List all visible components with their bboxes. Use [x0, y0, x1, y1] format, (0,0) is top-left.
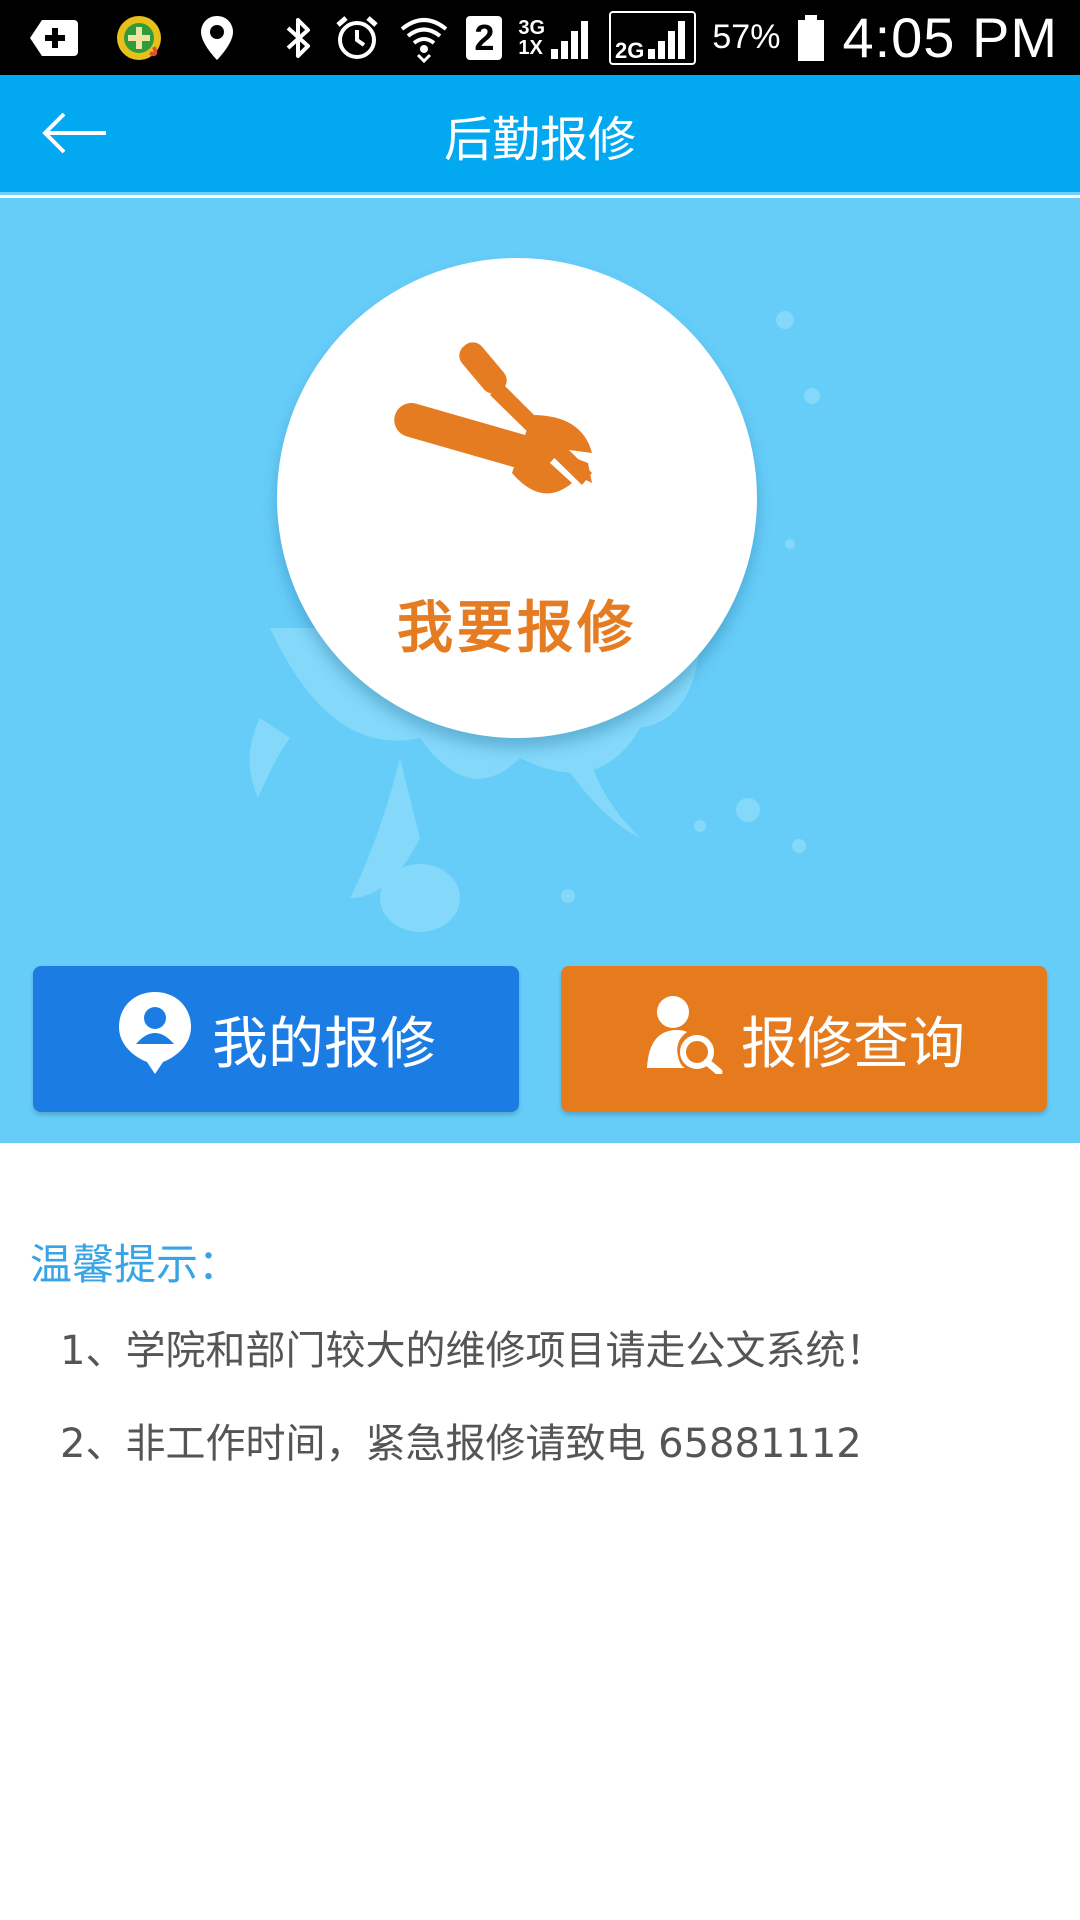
- network-label-3g-1x: 3G 1X: [518, 18, 545, 58]
- game-app-icon: [114, 13, 164, 63]
- signal-2g-icon: 2G: [609, 10, 697, 65]
- network-2g-label: 2G: [615, 37, 645, 63]
- tips-title: 温馨提示：: [30, 1240, 241, 1289]
- bluetooth-icon: [282, 14, 316, 62]
- report-repair-button[interactable]: 我要报修: [277, 258, 757, 738]
- clock-time: 4:05 PM: [842, 6, 1058, 69]
- repair-query-label: 报修查询: [741, 1011, 965, 1077]
- battery-icon: [796, 13, 826, 63]
- status-bar: 2 3G 1X 2G 57% 4:05 PM: [0, 0, 1080, 75]
- network-3g-label: 3G: [518, 16, 546, 39]
- status-bar-left: [28, 10, 236, 65]
- signal-icon: 3G 1X: [518, 15, 593, 61]
- repair-query-button[interactable]: 报修查询: [561, 966, 1047, 1112]
- wrench-screwdriver-icon: [392, 333, 622, 537]
- back-button[interactable]: [38, 103, 110, 167]
- status-bar-right: 2 3G 1X 2G 57% 4:05 PM: [282, 0, 1058, 75]
- report-repair-label: 我要报修: [397, 596, 637, 661]
- user-pin-icon: [116, 988, 194, 1090]
- location-icon: [198, 14, 236, 62]
- tip-item: 1、学院和部门较大的维修项目请走公文系统！: [60, 1328, 886, 1374]
- hero-section: 我要报修 我的报修 报修查询: [0, 198, 1080, 1143]
- notification-count-badge: 2: [466, 15, 503, 60]
- my-repairs-label: 我的报修: [212, 1011, 436, 1077]
- tip-item: 2、非工作时间，紧急报修请致电 65881112: [60, 1421, 862, 1467]
- alarm-icon: [332, 13, 382, 63]
- wifi-icon: [398, 13, 450, 63]
- page-title: 后勤报修: [443, 112, 636, 168]
- arrow-left-icon: [40, 108, 108, 162]
- network-1x-label: 1X: [518, 36, 543, 59]
- title-bar: 后勤报修: [0, 75, 1080, 195]
- add-box-icon: [28, 16, 80, 60]
- battery-percent: 57%: [712, 18, 781, 56]
- my-repairs-button[interactable]: 我的报修: [33, 966, 519, 1112]
- user-search-icon: [643, 990, 723, 1088]
